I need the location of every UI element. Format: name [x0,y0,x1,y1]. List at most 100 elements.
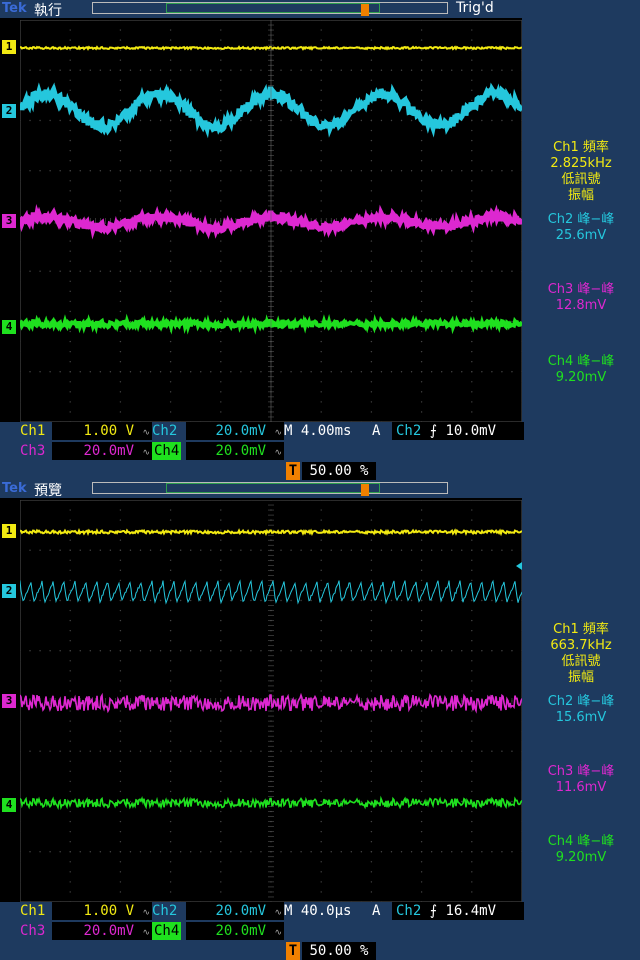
ch3-pk2pk-readout: Ch3 峰−峰 11.6mV [522,764,640,796]
ch1-measure-value: 663.7kHz [550,638,612,653]
ch1-measure-note: 低訊號 [561,654,601,669]
ch3-trace [20,692,522,714]
ch4-measure-title: Ch4 峰−峰 [547,354,615,369]
waveform-graticule [20,20,522,422]
trigger-status: Trig'd [456,0,494,16]
trigger-readout[interactable]: Ch2 ⨍ 16.4mV [392,902,524,920]
ch2-measure-title: Ch2 峰−峰 [547,212,615,227]
ch2-measure-value: 25.6mV [555,228,607,243]
ch3-scale[interactable]: 20.0mV ∿ [52,442,152,460]
trigger-source: Ch2 [396,423,422,439]
ch4-scale[interactable]: 20.0mV ∿ [186,442,284,460]
ch2-pk2pk-readout: Ch2 峰−峰 25.6mV [522,212,640,244]
ch3-scale[interactable]: 20.0mV ∿ [52,922,152,940]
ch1-frequency-readout: Ch1 頻率 663.7kHz 低訊號 振幅 [522,622,640,686]
trigger-readout[interactable]: Ch2 ⨍ 10.0mV [392,422,524,440]
ch4-measure-value: 9.20mV [555,850,607,865]
bandwidth-limit-icon: ∿ [274,448,282,458]
ch4-trace [20,795,522,811]
ch2-scale[interactable]: 20.0mV ∿ [186,902,284,920]
acquire-mode: A [372,903,381,919]
scope-screen-bottom: Tek 預覽 1 2 3 4 Ch1 頻率 663.7kHz 低訊號 振幅 Ch… [0,480,640,960]
bandwidth-limit-icon: ∿ [142,448,150,458]
bandwidth-limit-icon: ∿ [274,928,282,938]
ch1-label[interactable]: Ch1 [20,422,45,440]
ch2-scale[interactable]: 20.0mV ∿ [186,422,284,440]
run-status: 執行 [34,3,62,19]
ch1-trace [20,528,522,537]
settings-bar: Ch1 1.00 V ∿ Ch2 20.0mV ∿ M 40.0µs A Ch2… [0,902,640,960]
record-window [92,482,448,496]
timebase-readout[interactable]: M 40.0µs [284,902,351,920]
ch1-scale[interactable]: 1.00 V ∿ [52,902,152,920]
run-status: 預覽 [34,483,62,499]
timebase-readout[interactable]: M 4.00ms [284,422,351,440]
ch3-label[interactable]: Ch3 [20,922,45,940]
trigger-position-readout[interactable]: 50.00 % [302,462,376,480]
ch4-scale-value: 20.0mV [215,443,267,459]
ch2-scale-value: 20.0mV [215,423,267,439]
bandwidth-limit-icon: ∿ [274,908,282,918]
rising-edge-icon: ⨍ [429,423,446,439]
ch4-label[interactable]: Ch4 [152,442,182,460]
trigger-level: 10.0mV [445,423,497,439]
bandwidth-limit-icon: ∿ [142,428,150,438]
trigger-position-icon: T [286,942,300,960]
ch4-marker-icon[interactable]: 4 [2,798,16,812]
settings-bar: Ch1 1.00 V ∿ Ch2 20.0mV ∿ M 4.00ms A Ch2… [0,422,640,480]
record-window-view [166,483,380,493]
ch1-measure-note2: 振幅 [567,670,594,685]
ch2-scale-value: 20.0mV [215,903,267,919]
ch3-measure-value: 11.6mV [555,780,607,795]
tek-logo: Tek [2,1,27,16]
ch3-label[interactable]: Ch3 [20,442,45,460]
bandwidth-limit-icon: ∿ [274,428,282,438]
ch4-measure-value: 9.20mV [555,370,607,385]
top-status-bar: Tek 執行 Trig'd [0,0,640,19]
record-window [92,2,448,16]
ch2-trace [20,579,522,605]
ch3-pk2pk-readout: Ch3 峰−峰 12.8mV [522,282,640,314]
ch3-scale-value: 20.0mV [83,443,135,459]
ch1-measure-note: 低訊號 [561,172,601,187]
ch2-measure-value: 15.6mV [555,710,607,725]
ch2-pk2pk-readout: Ch2 峰−峰 15.6mV [522,694,640,726]
ch1-measure-title: Ch1 頻率 [553,622,609,637]
ch1-scale-value: 1.00 V [83,423,135,439]
ch3-marker-icon[interactable]: 3 [2,694,16,708]
ch3-measure-title: Ch3 峰−峰 [547,282,615,297]
trigger-position-readout[interactable]: 50.00 % [302,942,376,960]
ch1-scale[interactable]: 1.00 V ∿ [52,422,152,440]
ch4-pk2pk-readout: Ch4 峰−峰 9.20mV [522,834,640,866]
tek-logo: Tek [2,481,27,496]
ch1-frequency-readout: Ch1 頻率 2.825kHz 低訊號 振幅 [522,140,640,204]
trigger-position-marker [361,484,369,496]
measurement-panel: Ch1 頻率 2.825kHz 低訊號 振幅 Ch2 峰−峰 25.6mV Ch… [522,18,640,422]
ch4-measure-title: Ch4 峰−峰 [547,834,615,849]
ch1-measure-value: 2.825kHz [550,156,612,171]
trigger-level: 16.4mV [445,903,497,919]
acquire-mode: A [372,423,381,439]
ch3-marker-icon[interactable]: 3 [2,214,16,228]
ch1-label[interactable]: Ch1 [20,902,45,920]
ch1-measure-title: Ch1 頻率 [553,140,609,155]
ch1-measure-note2: 振幅 [567,188,594,203]
ch1-marker-icon[interactable]: 1 [2,40,16,54]
scope-screen-top: Tek 執行 Trig'd 1 2 3 4 Ch1 頻率 2.825kHz 低訊… [0,0,640,480]
ch4-marker-icon[interactable]: 4 [2,320,16,334]
ch3-measure-value: 12.8mV [555,298,607,313]
ch1-marker-icon[interactable]: 1 [2,524,16,538]
bandwidth-limit-icon: ∿ [142,908,150,918]
ch2-label[interactable]: Ch2 [152,422,177,440]
top-status-bar: Tek 預覽 [0,480,640,499]
ch2-marker-icon[interactable]: 2 [2,584,16,598]
ch4-label[interactable]: Ch4 [152,922,182,940]
ch2-label[interactable]: Ch2 [152,902,177,920]
ch2-marker-icon[interactable]: 2 [2,104,16,118]
rising-edge-icon: ⨍ [429,903,446,919]
bandwidth-limit-icon: ∿ [142,928,150,938]
ch2-measure-title: Ch2 峰−峰 [547,694,615,709]
ch4-scale-value: 20.0mV [215,923,267,939]
ch4-scale[interactable]: 20.0mV ∿ [186,922,284,940]
trigger-position-marker [361,4,369,16]
